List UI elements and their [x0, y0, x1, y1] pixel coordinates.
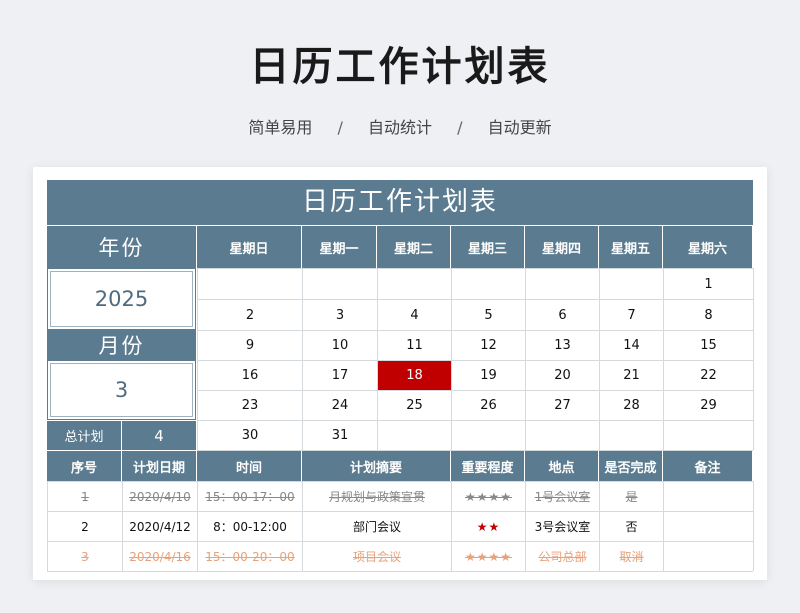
calendar-day[interactable]: 20	[526, 361, 599, 390]
table-column-header: 地点	[525, 451, 599, 481]
calendar-day[interactable]: 26	[452, 391, 525, 420]
subtitle-item: 自动统计	[367, 118, 432, 137]
calendar-day[interactable]: 5	[452, 300, 525, 330]
sheet-banner: 日历工作计划表	[47, 180, 753, 225]
table-column-header: 序号	[47, 451, 122, 481]
calendar-day[interactable]: 17	[303, 361, 377, 390]
table-cell-done[interactable]: 取消	[600, 542, 663, 571]
total-value: 4	[122, 421, 196, 450]
calendar-day[interactable]: 21	[600, 361, 663, 390]
subtitle: 简单易用 / 自动统计 / 自动更新	[0, 114, 800, 138]
table-column-header: 计划日期	[122, 451, 197, 481]
calendar-day[interactable]: 13	[526, 331, 599, 360]
year-label: 年份	[47, 226, 196, 268]
calendar-day[interactable]: 29	[664, 391, 753, 420]
table-cell-summary[interactable]: 项目会议	[303, 542, 451, 571]
calendar-day[interactable]: 11	[378, 331, 451, 360]
calendar-day[interactable]: 15	[664, 331, 753, 360]
cell-inner-border	[50, 363, 193, 417]
table-column-header: 备注	[663, 451, 753, 481]
table-column-header: 计划摘要	[302, 451, 451, 481]
calendar-day[interactable]: 16	[198, 361, 302, 390]
table-cell-no[interactable]: 3	[48, 542, 122, 571]
calendar-day[interactable]: 8	[664, 300, 753, 330]
table-cell-done[interactable]: 是	[600, 482, 663, 511]
calendar-day[interactable]: 24	[303, 391, 377, 420]
subtitle-item: 自动更新	[487, 118, 552, 137]
calendar-day[interactable]: 3	[303, 300, 377, 330]
calendar-day[interactable]: 22	[664, 361, 753, 390]
table-cell-summary[interactable]: 部门会议	[303, 512, 451, 541]
grid-line	[753, 481, 754, 571]
calendar-day[interactable]: 2	[198, 300, 302, 330]
calendar-day[interactable]: 30	[198, 421, 302, 450]
month-value-cell[interactable]: 3	[47, 360, 196, 420]
calendar-day[interactable]: 9	[198, 331, 302, 360]
table-cell-note[interactable]	[664, 482, 753, 511]
weekday-header: 星期四	[525, 226, 599, 268]
subtitle-separator: /	[337, 118, 343, 137]
month-label: 月份	[47, 330, 196, 360]
table-cell-no[interactable]: 2	[48, 512, 122, 541]
page-title: 日历工作计划表	[249, 44, 551, 90]
calendar-day[interactable]: 27	[526, 391, 599, 420]
table-cell-importance[interactable]: ★★★★	[452, 482, 525, 511]
table-cell-date[interactable]: 2020/4/10	[123, 482, 197, 511]
table-column-header: 重要程度	[451, 451, 525, 481]
table-cell-time[interactable]: 8：00-12:00	[198, 512, 302, 541]
table-cell-time[interactable]: 15：00-17：00	[198, 482, 302, 511]
table-cell-note[interactable]	[664, 542, 753, 571]
table-cell-no[interactable]: 1	[48, 482, 122, 511]
table-column-header: 时间	[197, 451, 302, 481]
calendar-day[interactable]: 19	[452, 361, 525, 390]
weekday-header: 星期二	[377, 226, 451, 268]
table-cell-location[interactable]: 1号会议室	[526, 482, 599, 511]
grid-line	[47, 571, 753, 572]
weekday-header: 星期六	[663, 226, 753, 268]
subtitle-item: 简单易用	[248, 118, 313, 137]
calendar-day[interactable]: 14	[600, 331, 663, 360]
year-value-cell[interactable]: 2025	[47, 268, 196, 330]
calendar-day[interactable]: 10	[303, 331, 377, 360]
weekday-header: 星期三	[451, 226, 525, 268]
weekday-header: 星期一	[302, 226, 377, 268]
table-cell-location[interactable]: 3号会议室	[526, 512, 599, 541]
table-cell-done[interactable]: 否	[600, 512, 663, 541]
table-cell-note[interactable]	[664, 512, 753, 541]
calendar-day[interactable]: 1	[664, 269, 753, 299]
table-cell-location[interactable]: 公司总部	[526, 542, 599, 571]
table-column-header: 是否完成	[599, 451, 663, 481]
table-cell-summary[interactable]: 月规划与政策宣贯	[303, 482, 451, 511]
calendar-day-today[interactable]: 18	[378, 361, 451, 390]
table-cell-date[interactable]: 2020/4/12	[123, 512, 197, 541]
calendar-day[interactable]: 7	[600, 300, 663, 330]
grid-line	[753, 268, 754, 450]
table-cell-importance[interactable]: ★★	[452, 512, 525, 541]
calendar-day[interactable]: 4	[378, 300, 451, 330]
calendar-day[interactable]: 31	[303, 421, 377, 450]
table-cell-date[interactable]: 2020/4/16	[123, 542, 197, 571]
calendar-day[interactable]: 6	[526, 300, 599, 330]
subtitle-separator: /	[457, 118, 463, 137]
calendar-day[interactable]: 23	[198, 391, 302, 420]
total-label: 总计划	[47, 421, 121, 450]
table-cell-time[interactable]: 15：00-20：00	[198, 542, 302, 571]
table-cell-importance[interactable]: ★★★★	[452, 542, 525, 571]
calendar-day[interactable]: 28	[600, 391, 663, 420]
weekday-header: 星期五	[599, 226, 663, 268]
cell-inner-border	[50, 271, 193, 327]
weekday-header: 星期日	[197, 226, 302, 268]
calendar-day[interactable]: 25	[378, 391, 451, 420]
calendar-day[interactable]: 12	[452, 331, 525, 360]
